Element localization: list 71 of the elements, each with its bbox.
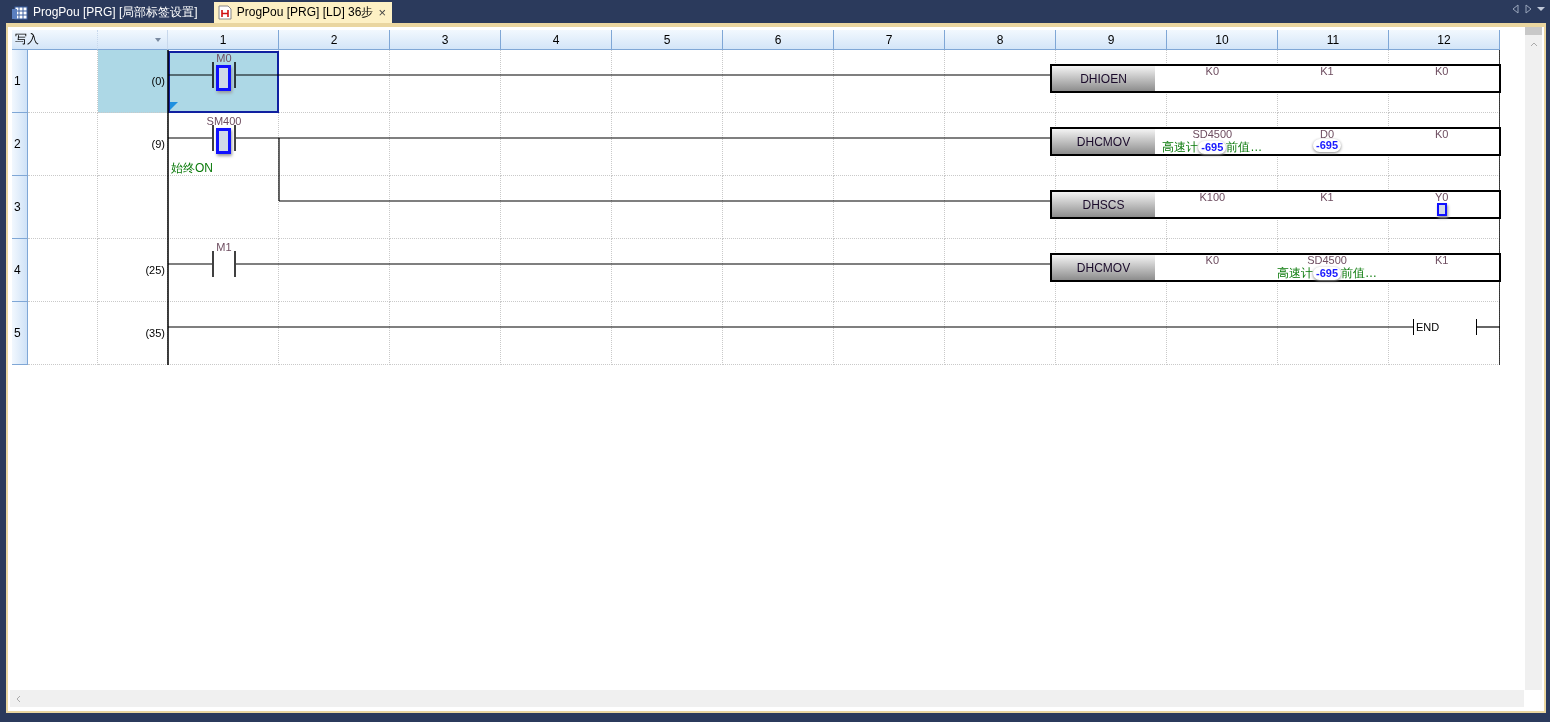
operand-label: K0 (1205, 254, 1220, 266)
operand-label: Y0 (1434, 191, 1449, 203)
wire (167, 74, 213, 76)
operand-label: SD4500 (1307, 254, 1347, 266)
operand-label: K100 (1199, 191, 1226, 203)
vertical-scrollbar[interactable] (1525, 27, 1542, 690)
device-label: M0 (215, 52, 233, 64)
row-header: 5 (12, 302, 28, 365)
operand-label: K1 (1434, 254, 1449, 266)
device-label: SM400 (205, 115, 243, 127)
column-header: 10 (1167, 30, 1278, 50)
dropdown-icon[interactable] (155, 37, 161, 42)
device-comment: 前值… (1341, 265, 1377, 282)
monitor-value: -695 (1313, 267, 1341, 280)
column-header: 8 (945, 30, 1056, 50)
ladder-file-icon (217, 5, 232, 20)
device-comment: 前值… (1226, 139, 1263, 156)
column-header: 6 (723, 30, 834, 50)
device-label: M1 (215, 241, 233, 253)
column-header: 2 (279, 30, 390, 50)
end-instruction: END (1413, 319, 1477, 335)
contact-symbol (212, 62, 236, 88)
column-header: 5 (612, 30, 723, 50)
column-header: 9 (1056, 30, 1167, 50)
operand-label: K0 (1205, 65, 1220, 77)
operand-label: K1 (1320, 191, 1334, 203)
row-header: 1 (12, 50, 28, 113)
operand-label: D0 (1319, 128, 1335, 140)
contact-symbol (212, 125, 236, 151)
monitor-value: -695 (1313, 139, 1341, 152)
operand-label: K0 (1434, 128, 1449, 140)
column-header: 7 (834, 30, 945, 50)
mode-label: 写入 (12, 30, 98, 50)
step-number: (25) (145, 264, 165, 276)
instruction-name: DHCMOV (1052, 129, 1155, 154)
instruction-name: DHSCS (1052, 192, 1155, 217)
monitor-value: -695 (1198, 141, 1227, 154)
row-header: 2 (12, 113, 28, 176)
close-icon[interactable]: × (378, 5, 387, 20)
operand-label: K0 (1434, 65, 1449, 77)
operand-label: K1 (1320, 65, 1334, 77)
row-header: 3 (12, 176, 28, 239)
table-icon (12, 5, 28, 20)
step-number: (9) (151, 138, 165, 150)
step-number: (35) (145, 327, 165, 339)
step-number: (0) (151, 75, 165, 87)
device-comment: 始终ON (171, 160, 213, 177)
wire (167, 137, 213, 139)
column-header: 3 (390, 30, 501, 50)
column-header: 1 (168, 30, 279, 50)
cursor-corner-icon (170, 102, 178, 110)
instruction-name: DHIOEN (1052, 66, 1155, 91)
scroll-left-icon[interactable] (14, 693, 22, 704)
column-header: 12 (1389, 30, 1500, 50)
scroll-left-icon[interactable] (1512, 4, 1520, 14)
wire (1476, 326, 1500, 328)
row-header: 4 (12, 239, 28, 302)
wire (167, 263, 213, 265)
grid-cell (28, 176, 98, 239)
horizontal-scrollbar[interactable] (10, 690, 1524, 707)
editor-tab[interactable]: ProgPou [PRG] [局部标签设置] (8, 2, 204, 23)
scroll-right-icon[interactable] (1524, 4, 1532, 14)
device-comment: 高速计 (1162, 139, 1199, 156)
column-header: 11 (1278, 30, 1389, 50)
editor-tab[interactable]: ProgPou [PRG] [LD] 36步 × (213, 2, 393, 23)
column-header: 4 (501, 30, 612, 50)
operand-label: SD4500 (1192, 128, 1233, 140)
dropdown-icon[interactable] (1536, 4, 1546, 14)
device-comment: 高速计 (1277, 265, 1313, 282)
instruction-name: DHCMOV (1052, 255, 1155, 280)
scroll-thumb[interactable] (1525, 27, 1542, 35)
